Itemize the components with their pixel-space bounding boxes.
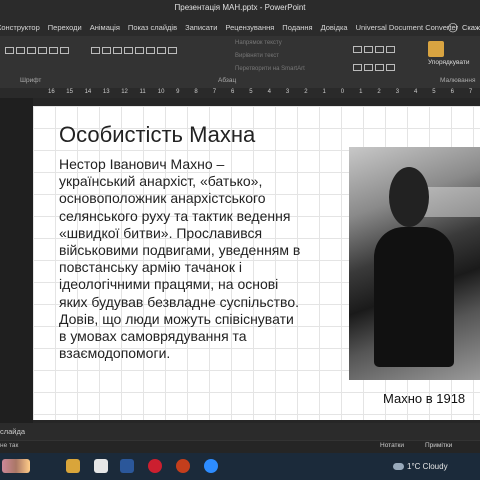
- search-label: Скаж: [461, 22, 480, 32]
- ruler-tick: 3: [395, 89, 400, 95]
- ruler-tick: 4: [267, 89, 271, 95]
- tab-record[interactable]: Записати: [185, 23, 217, 32]
- search-box[interactable]: ◯ Скаж: [448, 18, 480, 36]
- makhno-photo[interactable]: [349, 147, 480, 380]
- arrange-button[interactable]: Упорядкувати: [428, 59, 469, 66]
- people-thumbnails-icon[interactable]: [2, 459, 30, 473]
- tab-transitions[interactable]: Переходи: [48, 23, 82, 32]
- ruler-tick: 7: [212, 89, 217, 95]
- cloud-icon: [393, 463, 404, 471]
- horizontal-ruler: 16 15 14 13 12 11 10 9 8 7 6 5 4 3 2 1 0 1 2 3 4 5 6 7: [0, 88, 480, 98]
- text-direction-button[interactable]: Напрямок тексту: [235, 40, 282, 46]
- ruler-tick: 13: [102, 89, 110, 95]
- weather-temp: 1°C: [407, 462, 421, 471]
- ruler-tick: 1: [359, 89, 363, 95]
- slide-thumbnails-pane[interactable]: [0, 98, 33, 423]
- paragraph-group-label: Абзац: [218, 77, 237, 84]
- comments-button[interactable]: Примітки: [425, 442, 452, 449]
- word-icon[interactable]: [120, 459, 134, 473]
- ruler-tick: 0: [340, 89, 345, 95]
- ruler-tick: 9: [176, 89, 180, 95]
- ruler-tick: 14: [84, 89, 92, 95]
- zoom-icon[interactable]: [204, 459, 218, 473]
- ribbon: Напрямок тексту Вирівняти текст Перетвор…: [0, 36, 480, 89]
- photo-caption[interactable]: Махно в 1918: [383, 391, 465, 406]
- ruler-tick: 12: [121, 89, 128, 95]
- align-text-button[interactable]: Вирівняти текст: [235, 53, 279, 59]
- lightbulb-icon: ◯: [447, 21, 458, 32]
- ruler-tick: 6: [231, 89, 235, 95]
- ruler-tick: 10: [157, 89, 165, 95]
- tab-slideshow[interactable]: Показ слайдів: [128, 23, 177, 32]
- ruler-tick: 16: [48, 89, 55, 95]
- arrange-icon: [428, 41, 444, 57]
- notes-pane[interactable]: слайда: [0, 423, 480, 440]
- notes-button[interactable]: Нотатки: [380, 442, 404, 449]
- ribbon-tabs: Конструктор Переходи Анімація Показ слай…: [0, 18, 480, 36]
- ruler-tick: 1: [322, 89, 326, 95]
- ruler-tick: 3: [285, 89, 290, 95]
- ruler-tick: 5: [249, 89, 253, 95]
- tab-review[interactable]: Рецензування: [225, 23, 274, 32]
- file-explorer-icon[interactable]: [66, 459, 80, 473]
- slide-canvas[interactable]: Особистість Махна Нестор Іванович Махно …: [33, 106, 480, 420]
- opera-icon[interactable]: [148, 459, 162, 473]
- slide-body-text[interactable]: Нестор Іванович Махно – український анар…: [59, 156, 304, 362]
- status-left-text: не так: [0, 442, 19, 449]
- ruler-tick: 15: [66, 89, 73, 95]
- photos-icon[interactable]: [94, 459, 108, 473]
- taskbar: 1°C Cloudy: [0, 453, 480, 480]
- window-title: Презентація МАН.pptx - PowerPoint: [174, 3, 306, 12]
- tab-converter[interactable]: Universal Document Converter: [356, 23, 459, 32]
- ruler-tick: 6: [450, 89, 454, 95]
- ruler-tick: 2: [377, 89, 381, 95]
- ruler-tick: 4: [414, 89, 418, 95]
- ruler-tick: 8: [194, 89, 198, 95]
- powerpoint-icon[interactable]: [176, 459, 190, 473]
- ruler-tick: 2: [304, 89, 308, 95]
- ruler-tick: 5: [432, 89, 436, 95]
- tab-animations[interactable]: Анімація: [90, 23, 120, 32]
- drawing-group-label: Малювання: [440, 77, 476, 84]
- ruler-tick: 11: [139, 89, 146, 95]
- shapes-gallery[interactable]: [352, 41, 396, 77]
- tab-view[interactable]: Подання: [282, 23, 312, 32]
- weather-desc: Cloudy: [422, 462, 448, 471]
- tab-help[interactable]: Довідка: [321, 23, 348, 32]
- status-bar: не так Нотатки Примітки: [0, 440, 480, 453]
- notes-placeholder: слайда: [0, 427, 26, 436]
- convert-smartart-button[interactable]: Перетворити на SmartArt: [235, 66, 305, 72]
- slide-title[interactable]: Особистість Махна: [59, 122, 255, 148]
- weather-widget[interactable]: 1°C Cloudy: [393, 462, 448, 471]
- tab-design[interactable]: Конструктор: [0, 23, 40, 32]
- title-bar: Презентація МАН.pptx - PowerPoint: [0, 0, 480, 18]
- ruler-tick: 7: [468, 89, 473, 95]
- font-controls[interactable]: [4, 42, 70, 60]
- paragraph-controls[interactable]: [90, 42, 178, 60]
- font-group-label: Шрифт: [20, 77, 42, 84]
